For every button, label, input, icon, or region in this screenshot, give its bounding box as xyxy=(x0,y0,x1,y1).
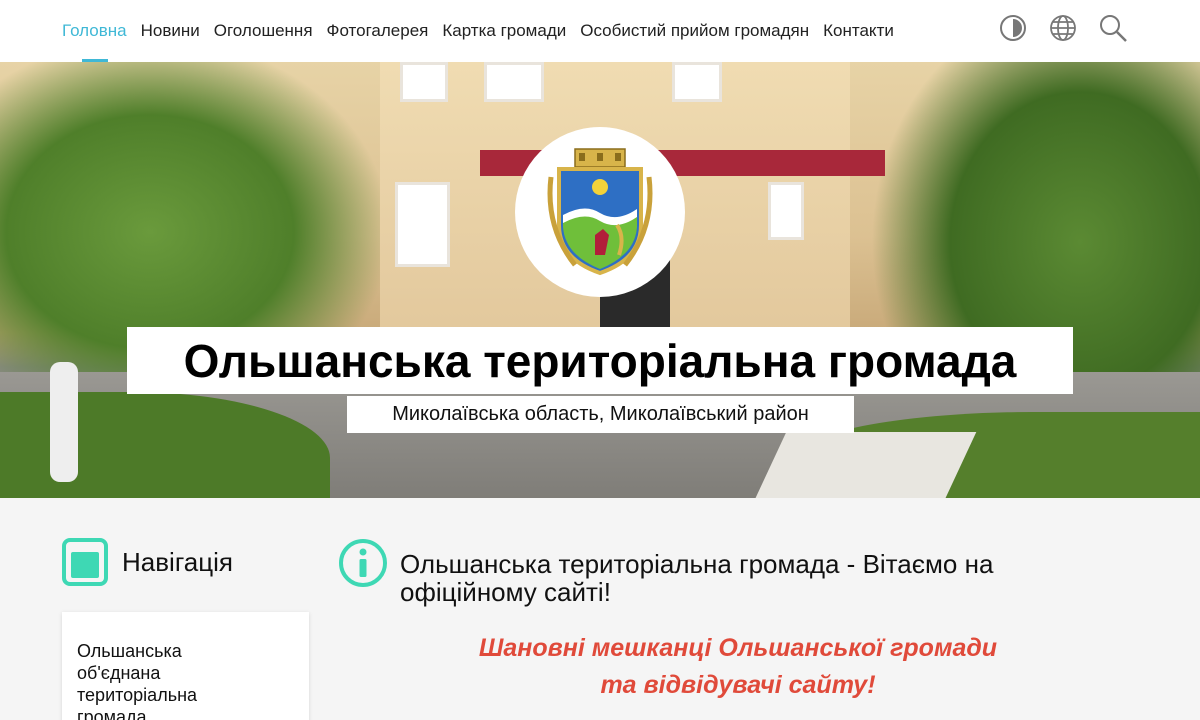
navigation-icon xyxy=(62,538,108,586)
nav-item-news[interactable]: Новини xyxy=(141,0,200,62)
nav-item-community-card[interactable]: Картка громади xyxy=(442,0,566,62)
main-heading-label: Ольшанська територіальна громада - Вітає… xyxy=(400,549,994,607)
hero-photo-window xyxy=(768,182,804,240)
hero-subtitle: Миколаївська область, Миколаївський райо… xyxy=(392,403,809,425)
nav-item-announcements[interactable]: Оголошення xyxy=(214,0,313,62)
search-icon[interactable] xyxy=(1098,12,1128,44)
hero-title-box: Ольшанська територіальна громада xyxy=(127,327,1073,394)
nav-item-personal-reception[interactable]: Особистий прийом громадян xyxy=(580,0,809,62)
sidebar-heading: Навігація xyxy=(62,538,233,586)
hero-photo-window xyxy=(395,182,450,267)
globe-icon[interactable] xyxy=(1048,12,1078,44)
nav-item-home[interactable]: Головна xyxy=(62,0,127,62)
hero-photo-tree xyxy=(50,362,78,482)
nav-item-photo-gallery[interactable]: Фотогалерея xyxy=(327,0,429,62)
main-heading: Ольшанська територіальна громада - Вітає… xyxy=(338,538,1060,606)
sidebar-nav-card: Ольшанська об'єднана територіальна грома… xyxy=(62,612,309,720)
coat-of-arms-icon xyxy=(547,148,653,276)
nav-item-contacts[interactable]: Контакти xyxy=(823,0,894,62)
contrast-icon[interactable] xyxy=(998,12,1028,44)
greeting-line: та відвідувачі сайту! xyxy=(600,671,876,699)
sidebar-heading-label: Навігація xyxy=(122,546,233,577)
greeting-line: Шановні мешканці Ольшанської громади xyxy=(478,634,998,662)
main-nav: Головна Новини Оголошення Фотогалерея Ка… xyxy=(62,0,908,62)
header-tools xyxy=(998,12,1128,44)
hero-banner: Ольшанська територіальна громада Миколаї… xyxy=(0,62,1200,498)
greeting-text: Шановні мешканці Ольшанської громади та … xyxy=(338,630,1138,704)
top-navbar: Головна Новини Оголошення Фотогалерея Ка… xyxy=(0,0,1200,62)
hero-photo-window xyxy=(484,62,544,102)
hero-photo-window xyxy=(400,62,448,102)
sidebar-item-community[interactable]: Ольшанська об'єднана територіальна грома… xyxy=(77,640,227,720)
hero-photo-window xyxy=(672,62,722,102)
hero-subtitle-box: Миколаївська область, Миколаївський райо… xyxy=(347,396,854,433)
hero-photo-curb xyxy=(753,432,977,498)
coat-of-arms-logo[interactable] xyxy=(515,127,685,297)
info-icon xyxy=(339,539,387,587)
hero-title: Ольшанська територіальна громада xyxy=(183,334,1017,387)
